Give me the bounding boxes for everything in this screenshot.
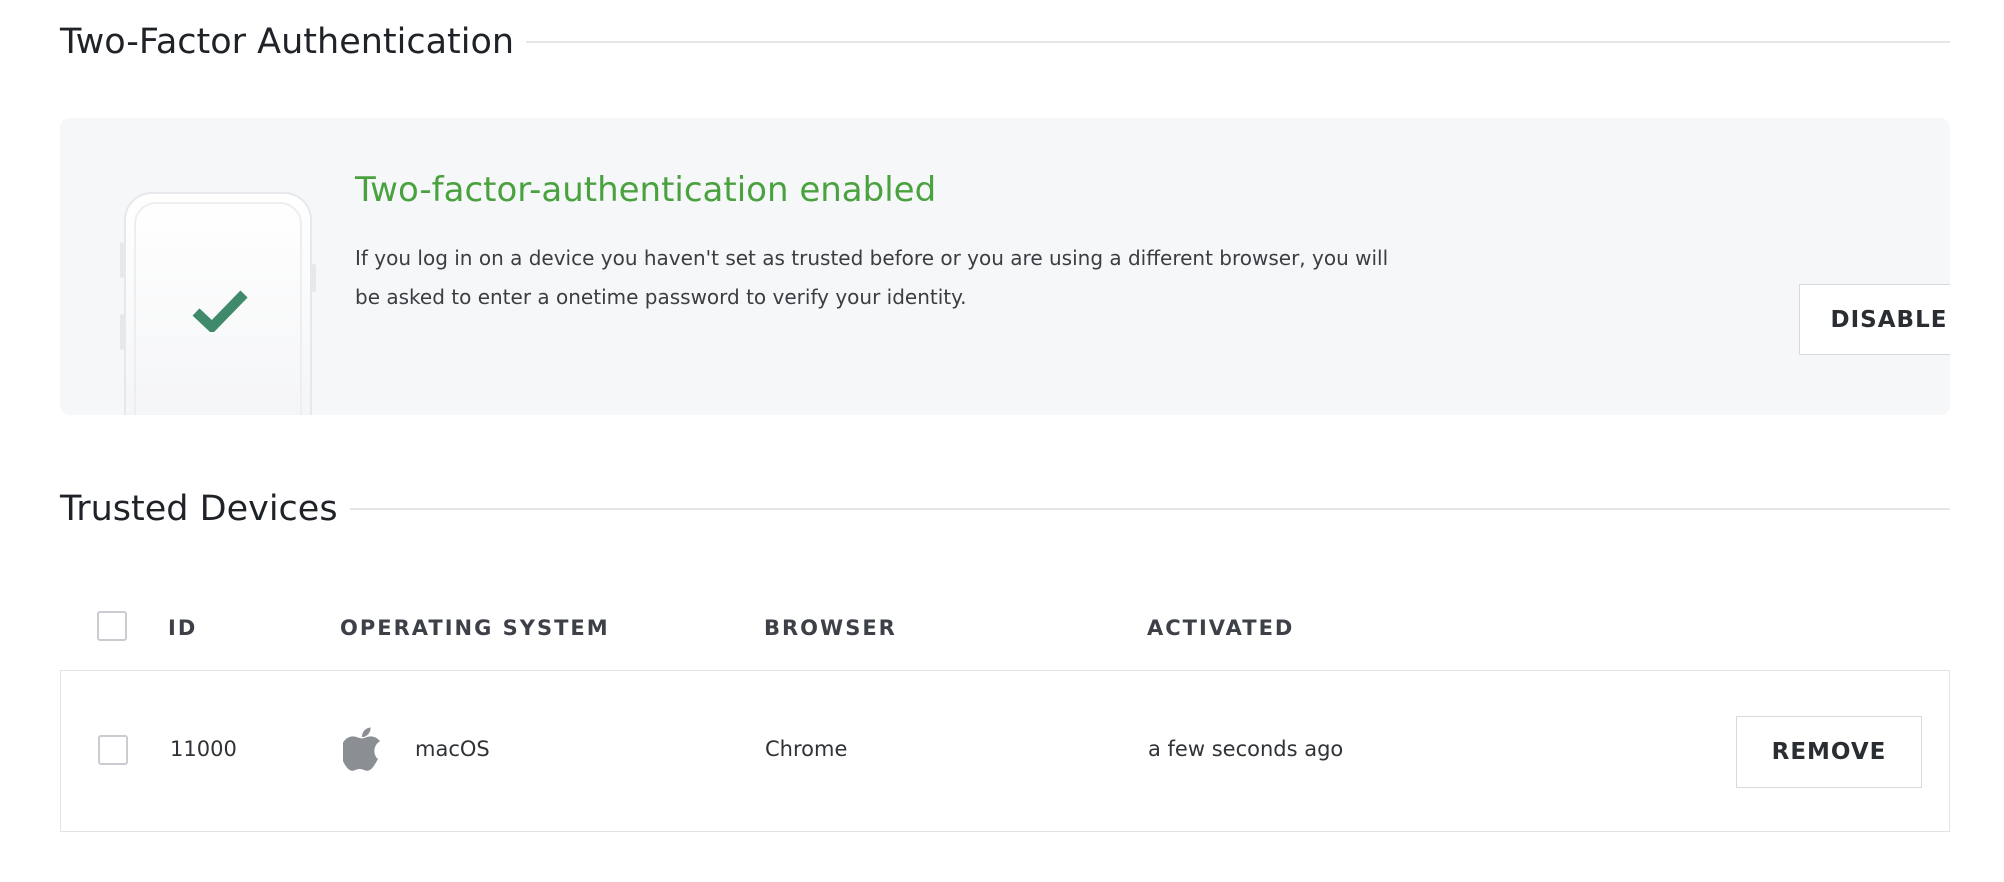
section-divider [526, 41, 1950, 43]
device-os: macOS [415, 737, 490, 761]
trusted-devices-section-header: Trusted Devices [60, 489, 1950, 529]
two-factor-description: If you log in on a device you haven't se… [355, 246, 1389, 309]
column-header-id: ID [168, 616, 198, 640]
two-factor-status-panel: Two-factor-authentication enabled If you… [60, 118, 1950, 415]
column-header-operating-system: OPERATING SYSTEM [340, 616, 610, 640]
phone-side-button [120, 242, 124, 278]
remove-device-button[interactable]: REMOVE [1736, 716, 1922, 788]
devices-table-header: ID OPERATING SYSTEM BROWSER ACTIVATED [60, 610, 1950, 650]
two-factor-section-header: Two-Factor Authentication [60, 22, 1950, 62]
two-factor-section-title: Two-Factor Authentication [60, 22, 515, 62]
two-factor-status-title: Two-factor-authentication enabled [355, 170, 937, 210]
column-header-activated: ACTIVATED [1147, 616, 1295, 640]
phone-side-button [120, 314, 124, 350]
select-all-checkbox[interactable] [97, 611, 127, 641]
disable-two-factor-button[interactable]: DISABLE [1799, 284, 1950, 355]
phone-illustration [120, 192, 316, 415]
apple-icon [343, 727, 380, 771]
section-divider [349, 508, 1950, 510]
device-browser: Chrome [765, 737, 848, 761]
device-activated: a few seconds ago [1148, 737, 1344, 761]
row-select-checkbox[interactable] [98, 735, 128, 765]
table-row: 11000 macOS Chrome a few seconds ago REM… [60, 670, 1950, 832]
column-header-browser: BROWSER [764, 616, 897, 640]
trusted-devices-section-title: Trusted Devices [60, 489, 338, 529]
phone-side-button [312, 264, 316, 292]
device-id: 11000 [170, 737, 237, 761]
check-icon [192, 290, 248, 332]
